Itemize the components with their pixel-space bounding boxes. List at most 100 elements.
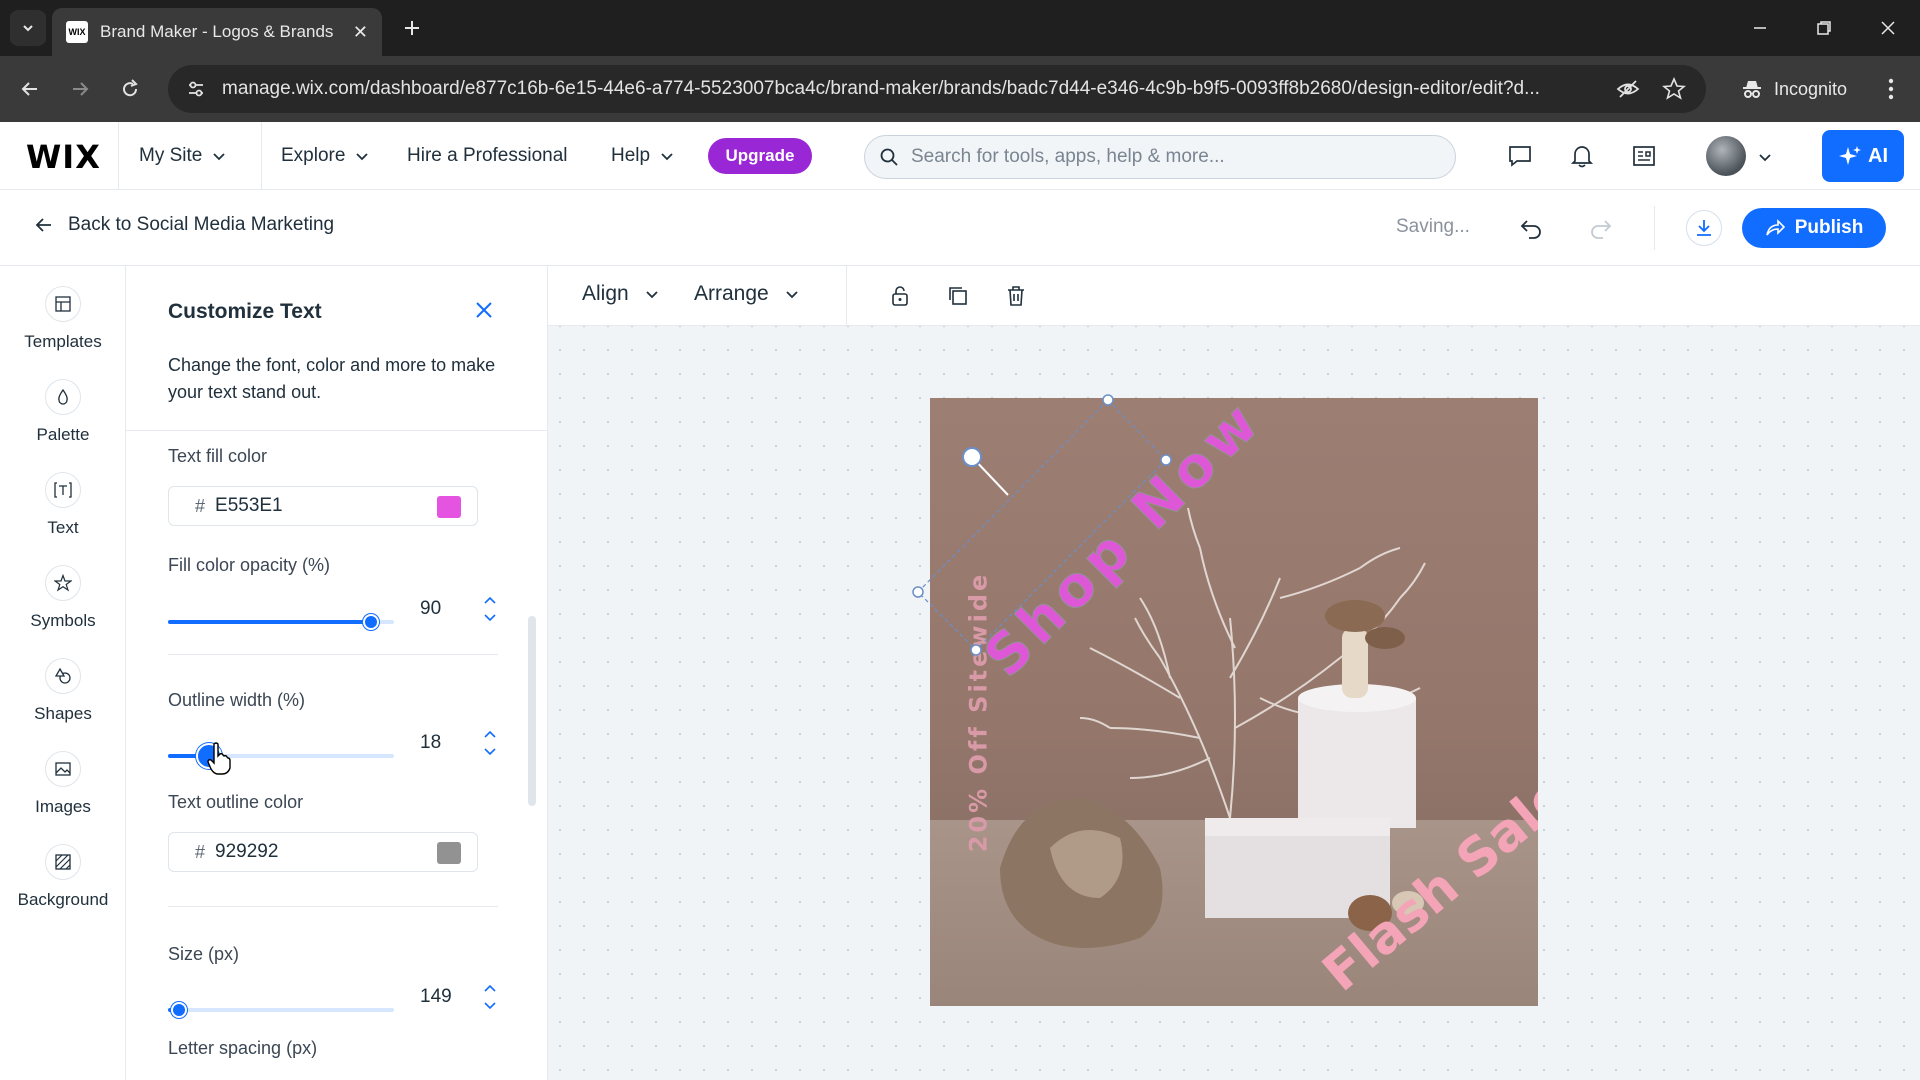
rail-label: Palette <box>36 425 90 444</box>
size-value[interactable]: 149 <box>420 986 452 1008</box>
resize-handle[interactable] <box>1102 394 1114 406</box>
tab-title: Brand Maker - Logos & Brands <box>100 22 334 41</box>
new-tab-button[interactable] <box>396 12 428 44</box>
rotate-handle[interactable] <box>962 447 982 467</box>
explore-menu[interactable]: Explore <box>281 122 369 190</box>
plus-icon <box>405 21 419 35</box>
lock-button[interactable] <box>886 282 914 310</box>
fill-color-label: Text fill color <box>168 446 268 466</box>
rail-label: Shapes <box>34 704 92 723</box>
chevron-down-icon <box>786 291 798 299</box>
chat-icon <box>1509 146 1531 167</box>
restore-button[interactable] <box>1804 10 1844 46</box>
customize-text-panel: Customize Text Change the font, color an… <box>126 266 548 1080</box>
site-settings-icon[interactable] <box>182 75 210 103</box>
rail-item-background[interactable]: Background <box>0 844 126 928</box>
incognito-indicator[interactable]: Incognito <box>1726 65 1874 113</box>
hire-professional-link[interactable]: Hire a Professional <box>407 122 568 190</box>
notifications-button[interactable] <box>1566 140 1598 172</box>
my-site-menu[interactable]: My Site <box>118 122 262 190</box>
download-button[interactable] <box>1686 210 1722 246</box>
duplicate-button[interactable] <box>944 282 972 310</box>
forward-nav-button[interactable] <box>64 73 96 105</box>
chevron-down-icon[interactable] <box>1758 150 1772 164</box>
hand-cursor-icon <box>207 742 231 775</box>
rail-item-palette[interactable]: Palette <box>0 379 126 463</box>
duplicate-icon <box>949 287 967 305</box>
download-icon <box>1697 220 1711 236</box>
resize-handle[interactable] <box>912 586 924 598</box>
chevron-up-icon <box>484 984 496 992</box>
incognito-label: Incognito <box>1774 78 1848 99</box>
share-arrow-icon <box>1765 219 1785 236</box>
outline-width-slider[interactable] <box>168 743 394 769</box>
undo-button[interactable] <box>1516 212 1548 244</box>
help-menu[interactable]: Help <box>611 122 674 190</box>
align-label: Align <box>582 282 629 305</box>
more-vertical-icon <box>1888 78 1894 100</box>
size-slider[interactable] <box>168 998 394 1022</box>
resize-handle[interactable] <box>1160 454 1172 466</box>
wix-favicon-icon: WIX <box>66 21 88 43</box>
redo-button[interactable] <box>1584 212 1616 244</box>
opacity-slider[interactable] <box>168 610 394 634</box>
ai-button[interactable]: AI <box>1822 130 1904 182</box>
rail-item-symbols[interactable]: Symbols <box>0 565 126 649</box>
selection-frame <box>912 394 1172 656</box>
browser-menu-button[interactable] <box>1876 74 1906 104</box>
opacity-label: Fill color opacity (%) <box>168 555 331 575</box>
tab-close-icon[interactable]: ✕ <box>353 22 368 43</box>
url-bar[interactable]: manage.wix.com/dashboard/e877c16b-6e15-4… <box>168 65 1706 113</box>
chevron-up-icon <box>484 596 496 604</box>
address-bar: manage.wix.com/dashboard/e877c16b-6e15-4… <box>0 56 1920 122</box>
rail-item-images[interactable]: Images <box>0 751 126 835</box>
outline-width-stepper[interactable] <box>482 730 498 756</box>
ai-label: AI <box>1868 144 1888 167</box>
rail-item-shapes[interactable]: Shapes <box>0 658 126 742</box>
opacity-stepper[interactable] <box>482 596 498 622</box>
tab-search-button[interactable] <box>10 10 46 46</box>
search-input[interactable] <box>911 146 1431 168</box>
close-window-button[interactable] <box>1868 10 1908 46</box>
align-dropdown[interactable]: Align <box>582 282 659 306</box>
save-status: Saving... <box>1396 216 1470 237</box>
arrow-left-icon <box>21 82 37 96</box>
updates-button[interactable] <box>1628 140 1660 172</box>
outline-width-value[interactable]: 18 <box>420 732 441 754</box>
fill-color-field[interactable]: # E553E1 <box>168 486 478 526</box>
resize-handle[interactable] <box>970 644 982 656</box>
size-stepper[interactable] <box>482 984 498 1010</box>
minimize-icon <box>1754 27 1766 29</box>
rail-item-text[interactable]: Text <box>0 472 126 556</box>
browser-tab[interactable]: WIX Brand Maker - Logos & Brands ✕ <box>52 8 382 56</box>
panel-close-button[interactable] <box>470 296 498 324</box>
rail-label: Background <box>17 890 109 909</box>
panel-scrollbar[interactable] <box>528 616 536 806</box>
panel-divider <box>126 430 547 431</box>
outline-color-field[interactable]: # 929292 <box>168 832 478 872</box>
size-label: Size (px) <box>168 944 240 964</box>
search-bar[interactable] <box>864 135 1456 179</box>
arrange-label: Arrange <box>694 282 769 305</box>
browser-tab-bar: WIX Brand Maker - Logos & Brands ✕ <box>0 0 1920 56</box>
eye-off-icon[interactable] <box>1614 75 1642 103</box>
back-link[interactable]: Back to Social Media Marketing <box>34 214 334 236</box>
messages-button[interactable] <box>1504 140 1536 172</box>
reload-button[interactable] <box>114 73 146 105</box>
avatar[interactable] <box>1706 136 1746 176</box>
delete-button[interactable] <box>1002 282 1030 310</box>
arrange-dropdown[interactable]: Arrange <box>694 282 799 306</box>
opacity-value[interactable]: 90 <box>420 598 441 620</box>
fill-color-swatch[interactable] <box>437 496 461 518</box>
publish-button[interactable]: Publish <box>1742 208 1886 248</box>
minimize-button[interactable] <box>1740 10 1780 46</box>
left-tool-rail: Templates Palette Text Symbols Shapes Im… <box>0 266 126 1080</box>
outline-color-swatch[interactable] <box>437 842 461 864</box>
bookmark-star-icon[interactable] <box>1660 75 1688 103</box>
chevron-down-icon <box>213 153 225 161</box>
upgrade-button[interactable]: Upgrade <box>708 138 812 174</box>
wix-logo[interactable]: WIX <box>26 138 101 176</box>
rail-item-templates[interactable]: Templates <box>0 286 126 370</box>
outline-width-label: Outline width (%) <box>168 690 306 710</box>
back-nav-button[interactable] <box>14 73 46 105</box>
